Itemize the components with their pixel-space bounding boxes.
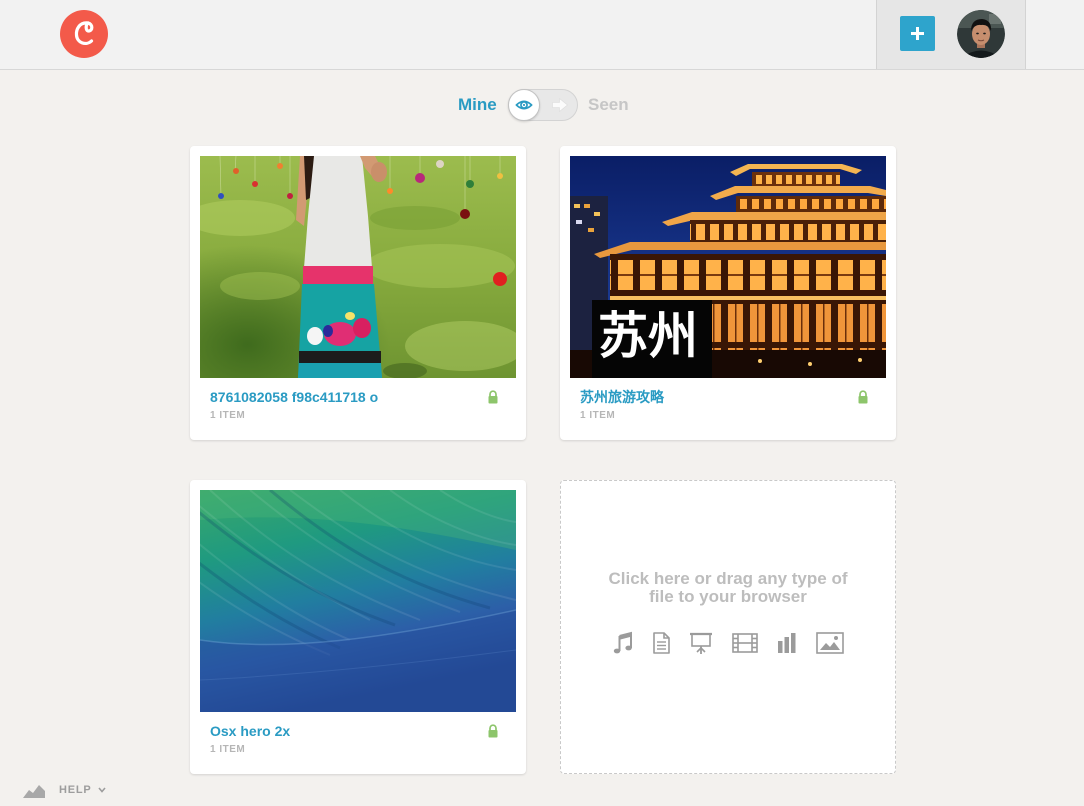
collection-title[interactable]: 8761082058 f98c411718 o — [210, 389, 378, 405]
arrow-right-icon — [552, 98, 568, 112]
file-type-icons — [561, 630, 895, 656]
presentation-icon — [689, 631, 713, 655]
lock-icon — [857, 390, 869, 404]
film-icon — [731, 632, 758, 654]
collection-title[interactable]: Osx hero 2x — [210, 723, 290, 739]
chevron-down-icon — [98, 787, 106, 793]
toggle-seen-label[interactable]: Seen — [588, 95, 629, 115]
collection-item-count: 1 ITEM — [210, 410, 246, 421]
collection-card[interactable]: 苏州 苏州旅游攻略 1 ITEM — [560, 146, 896, 440]
user-area — [876, 0, 1026, 69]
document-icon — [652, 632, 670, 654]
thumbnail-caption: 苏州 — [598, 308, 698, 364]
thumbnail-caption-box: 苏州 — [592, 300, 712, 378]
collection-title[interactable]: 苏州旅游攻略 — [580, 389, 664, 405]
add-button[interactable] — [900, 16, 935, 51]
image-icon — [815, 632, 844, 654]
mine-seen-toggle[interactable] — [508, 89, 578, 121]
help-menu[interactable]: HELP — [59, 784, 92, 797]
eye-icon — [515, 100, 533, 110]
thumbnail-image — [200, 156, 516, 378]
dropzone-message: Click here or drag any type of file to y… — [608, 569, 848, 606]
area-chart-icon[interactable] — [22, 781, 46, 799]
collection-thumbnail[interactable] — [200, 490, 516, 712]
user-avatar[interactable] — [957, 10, 1005, 58]
toggle-knob[interactable] — [508, 89, 540, 121]
thumbnail-image — [200, 490, 516, 712]
collection-card[interactable]: 8761082058 f98c411718 o 1 ITEM — [190, 146, 526, 440]
collection-thumbnail[interactable]: 苏州 — [570, 156, 886, 378]
toggle-mine-label[interactable]: Mine — [458, 95, 497, 115]
lock-icon — [487, 390, 499, 404]
music-icon — [613, 631, 633, 655]
lock-icon — [487, 724, 499, 738]
bar-chart-icon — [777, 632, 797, 654]
collection-item-count: 1 ITEM — [580, 410, 616, 421]
collection-thumbnail[interactable] — [200, 156, 516, 378]
collection-item-count: 1 ITEM — [210, 744, 246, 755]
upload-dropzone[interactable]: Click here or drag any type of file to y… — [560, 480, 896, 774]
collection-card[interactable]: Osx hero 2x 1 ITEM — [190, 480, 526, 774]
top-bar — [0, 0, 1084, 70]
logo-icon[interactable] — [60, 10, 108, 58]
